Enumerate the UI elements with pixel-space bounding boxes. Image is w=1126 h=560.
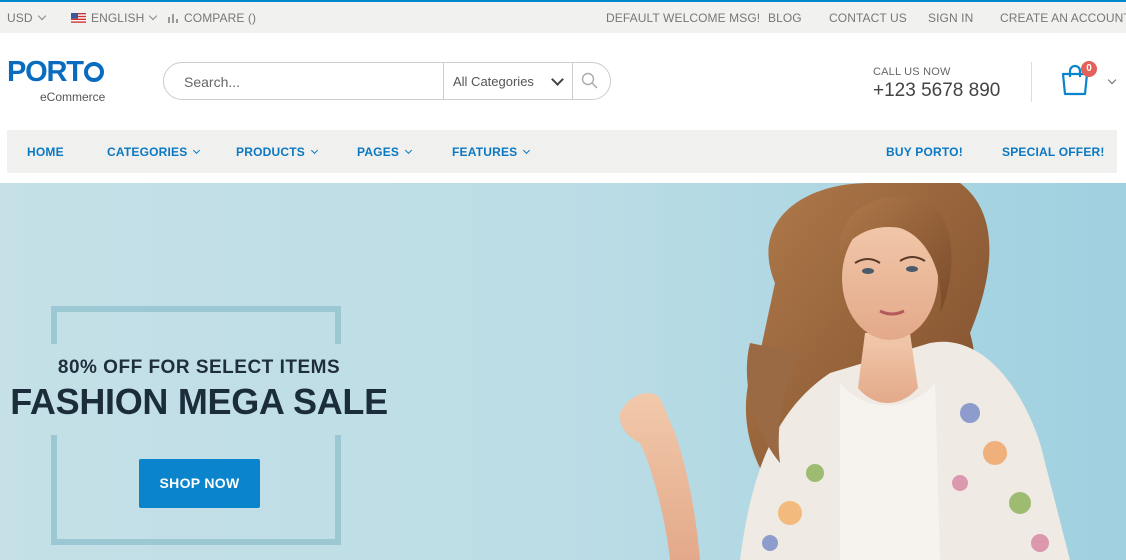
chevron-down-icon [193,146,201,155]
search-input[interactable] [182,63,441,101]
compare-label: COMPARE () [184,11,257,25]
contact-us-link[interactable]: CONTACT US [829,11,907,25]
cart-count-badge: 0 [1081,61,1097,77]
search-bar [163,62,611,101]
currency-selector[interactable]: USD [7,11,46,25]
nav-products[interactable]: PRODUCTS [236,145,318,159]
chevron-down-icon [405,146,413,155]
nav-categories[interactable]: CATEGORIES [107,145,201,159]
divider [572,63,573,99]
nav-special-offer[interactable]: SPECIAL OFFER! [1002,145,1105,159]
nav-features[interactable]: FEATURES [452,145,531,159]
logo[interactable]: PORT [7,56,104,89]
blog-link[interactable]: BLOG [768,11,802,25]
logo-subtitle: eCommerce [40,90,106,104]
nav-home[interactable]: HOME [27,145,64,159]
banner-frame [335,306,341,344]
welcome-message: DEFAULT WELCOME MSG! [606,11,761,25]
chevron-down-icon [310,146,318,155]
nav-label: CATEGORIES [107,145,188,159]
sign-in-link[interactable]: SIGN IN [928,11,973,25]
top-bar: USD ENGLISH COMPARE () DEFAULT WELCOME M… [0,0,1126,33]
hero-subtitle: 80% OFF FOR SELECT ITEMS [57,357,341,378]
nav-label: PRODUCTS [236,145,305,159]
phone-number: +123 5678 890 [873,80,1001,101]
create-account-link[interactable]: CREATE AN ACCOUNT [1000,11,1126,25]
search-icon[interactable] [581,72,599,95]
banner-frame [51,306,57,344]
chevron-down-icon [523,146,531,155]
category-select[interactable]: All Categories [453,74,534,89]
main-nav: HOME CATEGORIES PRODUCTS PAGES FEATURES … [7,130,1117,173]
chevron-down-icon [149,11,158,21]
banner-frame [51,539,341,545]
banner-frame [335,435,341,545]
language-label: ENGLISH [91,11,145,25]
nav-label: FEATURES [452,145,518,159]
nav-label: PAGES [357,145,400,159]
language-selector[interactable]: ENGLISH [71,11,158,25]
chevron-down-icon [37,11,46,21]
us-flag-icon [71,13,86,23]
currency-label: USD [7,11,33,25]
hero-title: FASHION MEGA SALE [10,381,388,422]
banner-frame [51,435,57,545]
shop-now-button[interactable]: SHOP NOW [139,459,260,508]
call-us-label: CALL US NOW [873,66,951,78]
compare-link[interactable]: COMPARE () [168,11,256,25]
divider [443,63,444,99]
nav-pages[interactable]: PAGES [357,145,413,159]
chevron-down-icon[interactable] [1107,75,1117,85]
hero-model-image [619,183,1070,560]
nav-buy-porto[interactable]: BUY PORTO! [886,145,963,159]
compare-icon [168,14,178,23]
banner-frame [51,306,341,312]
divider [1031,62,1032,102]
